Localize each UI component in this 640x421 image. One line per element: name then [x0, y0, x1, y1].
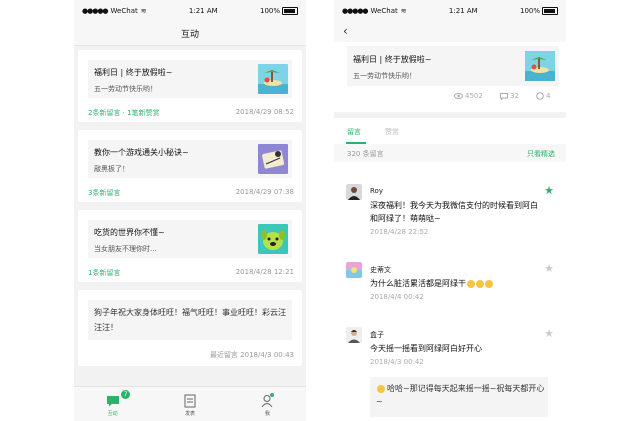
article-title: 教你一个游戏通关小秘诀~: [94, 148, 189, 157]
like-count: 4: [536, 92, 550, 100]
signal-icon: ●●●●●: [82, 7, 109, 15]
like-icon: [536, 92, 544, 100]
purple-illustration-thumbnail: [258, 144, 288, 174]
commenter-name: Roy: [370, 187, 383, 195]
chat-bubble-icon: [106, 396, 119, 407]
dog-cartoon-thumbnail: [258, 224, 288, 254]
nav-bar: 互动: [74, 22, 306, 46]
status-time: 1:21 AM: [448, 7, 478, 15]
tab-interaction[interactable]: 7 互动: [74, 387, 151, 421]
comment-item: Roy ★ 深夜福利！我今天为我微信支付的时候看到阿白和阿绿了！萌萌哒~ 201…: [334, 180, 566, 244]
wifi-icon: ≋: [400, 7, 407, 15]
tab-me[interactable]: 我: [229, 387, 306, 421]
battery-label: 100%: [519, 7, 540, 15]
smile-emoji-icon: [377, 384, 385, 393]
comment-text: 今天摇一摇看到阿绿阿白好开心: [370, 344, 482, 353]
star-icon[interactable]: ★: [544, 262, 554, 275]
article-preview[interactable]: 教你一个游戏通关小秘诀~ 敲黑板了！: [88, 140, 292, 178]
reply-text: 哈哈~那记得每天起来摇一摇~祝每天都开心~: [376, 384, 545, 406]
comment-summary-bar: 320 条留言 只看精选: [334, 144, 566, 162]
view-count: 4502: [454, 92, 483, 100]
message-card[interactable]: 教你一个游戏通关小秘诀~ 敲黑板了！ 3条新留言 2018/4/29 07:38: [78, 130, 302, 202]
star-icon[interactable]: ★: [544, 327, 554, 340]
message-text: 狗子年祝大家身体旺旺！福气旺旺！事业旺旺！彩云汪汪汪！: [94, 308, 286, 332]
comment-item: 史蒂文 ★ 为什么脏活累活都是阿绿干 2018/4/4 00:42: [334, 260, 566, 310]
tab-comments[interactable]: 留言: [347, 127, 361, 137]
new-activity-label: 1条新留言: [88, 269, 121, 277]
avatar[interactable]: [346, 262, 362, 278]
signal-icon: ●●●●●: [342, 7, 369, 15]
card-date: 2018/4/29 07:38: [235, 188, 294, 196]
article-preview[interactable]: 吃货的世界你不懂~ 当女朋友不理你时...: [88, 220, 292, 258]
interaction-screen: ●●●●● WeChat ≋ 1:21 AM 100% 互动 福利日 | 终于放假啦…: [74, 0, 306, 421]
smile-emoji-icon: [467, 279, 475, 288]
eye-icon: [454, 93, 463, 99]
unread-badge: 7: [121, 390, 131, 399]
back-arrow-icon[interactable]: ‹: [343, 24, 348, 38]
smile-emoji-icon: [485, 279, 493, 288]
status-time: 1:21 AM: [188, 7, 218, 15]
avatar[interactable]: [346, 184, 362, 200]
article-title: 福利日 | 终于放假啦~: [353, 55, 432, 64]
message-card[interactable]: 福利日 | 终于放假啦~ 五一劳动节快乐哟！ 2条新留言 · 1笔新赞赏 201…: [78, 50, 302, 122]
article-subtitle: 五一劳动节快乐哟！: [94, 85, 157, 93]
featured-only-toggle[interactable]: 只看精选: [527, 149, 555, 159]
notification-dot: [270, 393, 275, 397]
article-comments-screen: ●●●●● WeChat ≋ 1:21 AM 100% ‹ 福利日 | 终于放假啦~…: [334, 0, 566, 421]
tab-label: 发表: [184, 411, 195, 417]
comment-text: 深夜福利！我今天为我微信支付的时候看到阿白和阿绿了！萌萌哒~: [370, 201, 538, 223]
new-activity-label: 2条新留言 · 1笔新赞赏: [88, 109, 160, 117]
status-bar: ●●●●● WeChat ≋ 1:21 AM 100%: [334, 0, 566, 22]
article-title: 福利日 | 终于放假啦~: [94, 68, 173, 77]
wifi-icon: ≋: [140, 7, 147, 15]
comment-date: 2018/4/4 00:42: [370, 293, 424, 301]
battery-icon: [542, 7, 558, 15]
article-subtitle: 敲黑板了！: [94, 165, 129, 173]
article-preview[interactable]: 福利日 | 终于放假啦~ 五一劳动节快乐哟！: [347, 46, 559, 86]
article-subtitle: 当女朋友不理你时...: [94, 245, 157, 253]
message-card[interactable]: 狗子年祝大家身体旺旺！福气旺旺！事业旺旺！彩云汪汪汪！ 最近留言 2018/4/…: [78, 290, 302, 366]
commenter-name: 盒子: [370, 331, 384, 339]
smile-emoji-icon: [476, 279, 484, 288]
battery-icon: [282, 7, 298, 15]
total-comments: 320 条留言: [347, 150, 384, 158]
beach-thumbnail: [525, 51, 555, 81]
battery-label: 100%: [259, 7, 280, 15]
comment-count: 32: [500, 92, 519, 100]
message-preview[interactable]: 狗子年祝大家身体旺旺！福气旺旺！事业旺旺！彩云汪汪汪！: [88, 300, 292, 340]
commenter-name: 史蒂文: [370, 266, 391, 274]
page-title: 互动: [180, 30, 199, 40]
comment-date: 2018/4/28 22:52: [370, 228, 429, 236]
status-bar: ●●●●● WeChat ≋ 1:21 AM 100%: [74, 0, 306, 22]
comment-icon: [500, 92, 508, 100]
tab-bar: 7 互动 发表 我: [74, 386, 306, 421]
document-icon: [184, 394, 196, 408]
article-stats: 4502 32 4: [334, 92, 566, 106]
article-preview[interactable]: 福利日 | 终于放假啦~ 五一劳动节快乐哟！: [88, 60, 292, 98]
author-reply: 哈哈~那记得每天起来摇一摇~祝每天都开心~: [370, 377, 548, 417]
article-subtitle: 五一劳动节快乐哟！: [353, 72, 416, 80]
beach-thumbnail: [258, 64, 288, 94]
card-date: 2018/4/29 08:52: [235, 108, 294, 116]
star-icon[interactable]: ★: [544, 184, 554, 197]
nav-bar: ‹: [334, 22, 566, 42]
comment-date: 2018/4/3 00:42: [370, 358, 424, 366]
comment-item: 盒子 ★ 今天摇一摇看到阿绿阿白好开心 2018/4/3 00:42 哈哈~那记…: [334, 325, 566, 421]
latest-comment-date: 最近留言 2018/4/3 00:43: [209, 351, 294, 359]
carrier-label: WeChat: [370, 7, 398, 15]
message-card[interactable]: 吃货的世界你不懂~ 当女朋友不理你时... 1条新留言 2018/4/28 12…: [78, 210, 302, 282]
tab-appreciation[interactable]: 赞赏: [385, 127, 399, 137]
comment-tabs: 留言 赞赏: [334, 118, 566, 145]
carrier-label: WeChat: [110, 7, 138, 15]
tab-publish[interactable]: 发表: [151, 387, 228, 421]
tab-label: 我: [264, 411, 270, 417]
new-activity-label: 3条新留言: [88, 189, 121, 197]
tab-label: 互动: [107, 411, 118, 417]
card-date: 2018/4/28 12:21: [235, 268, 294, 276]
article-title: 吃货的世界你不懂~: [94, 228, 165, 237]
comment-text: 为什么脏活累活都是阿绿干: [370, 277, 540, 290]
avatar[interactable]: [346, 327, 362, 343]
